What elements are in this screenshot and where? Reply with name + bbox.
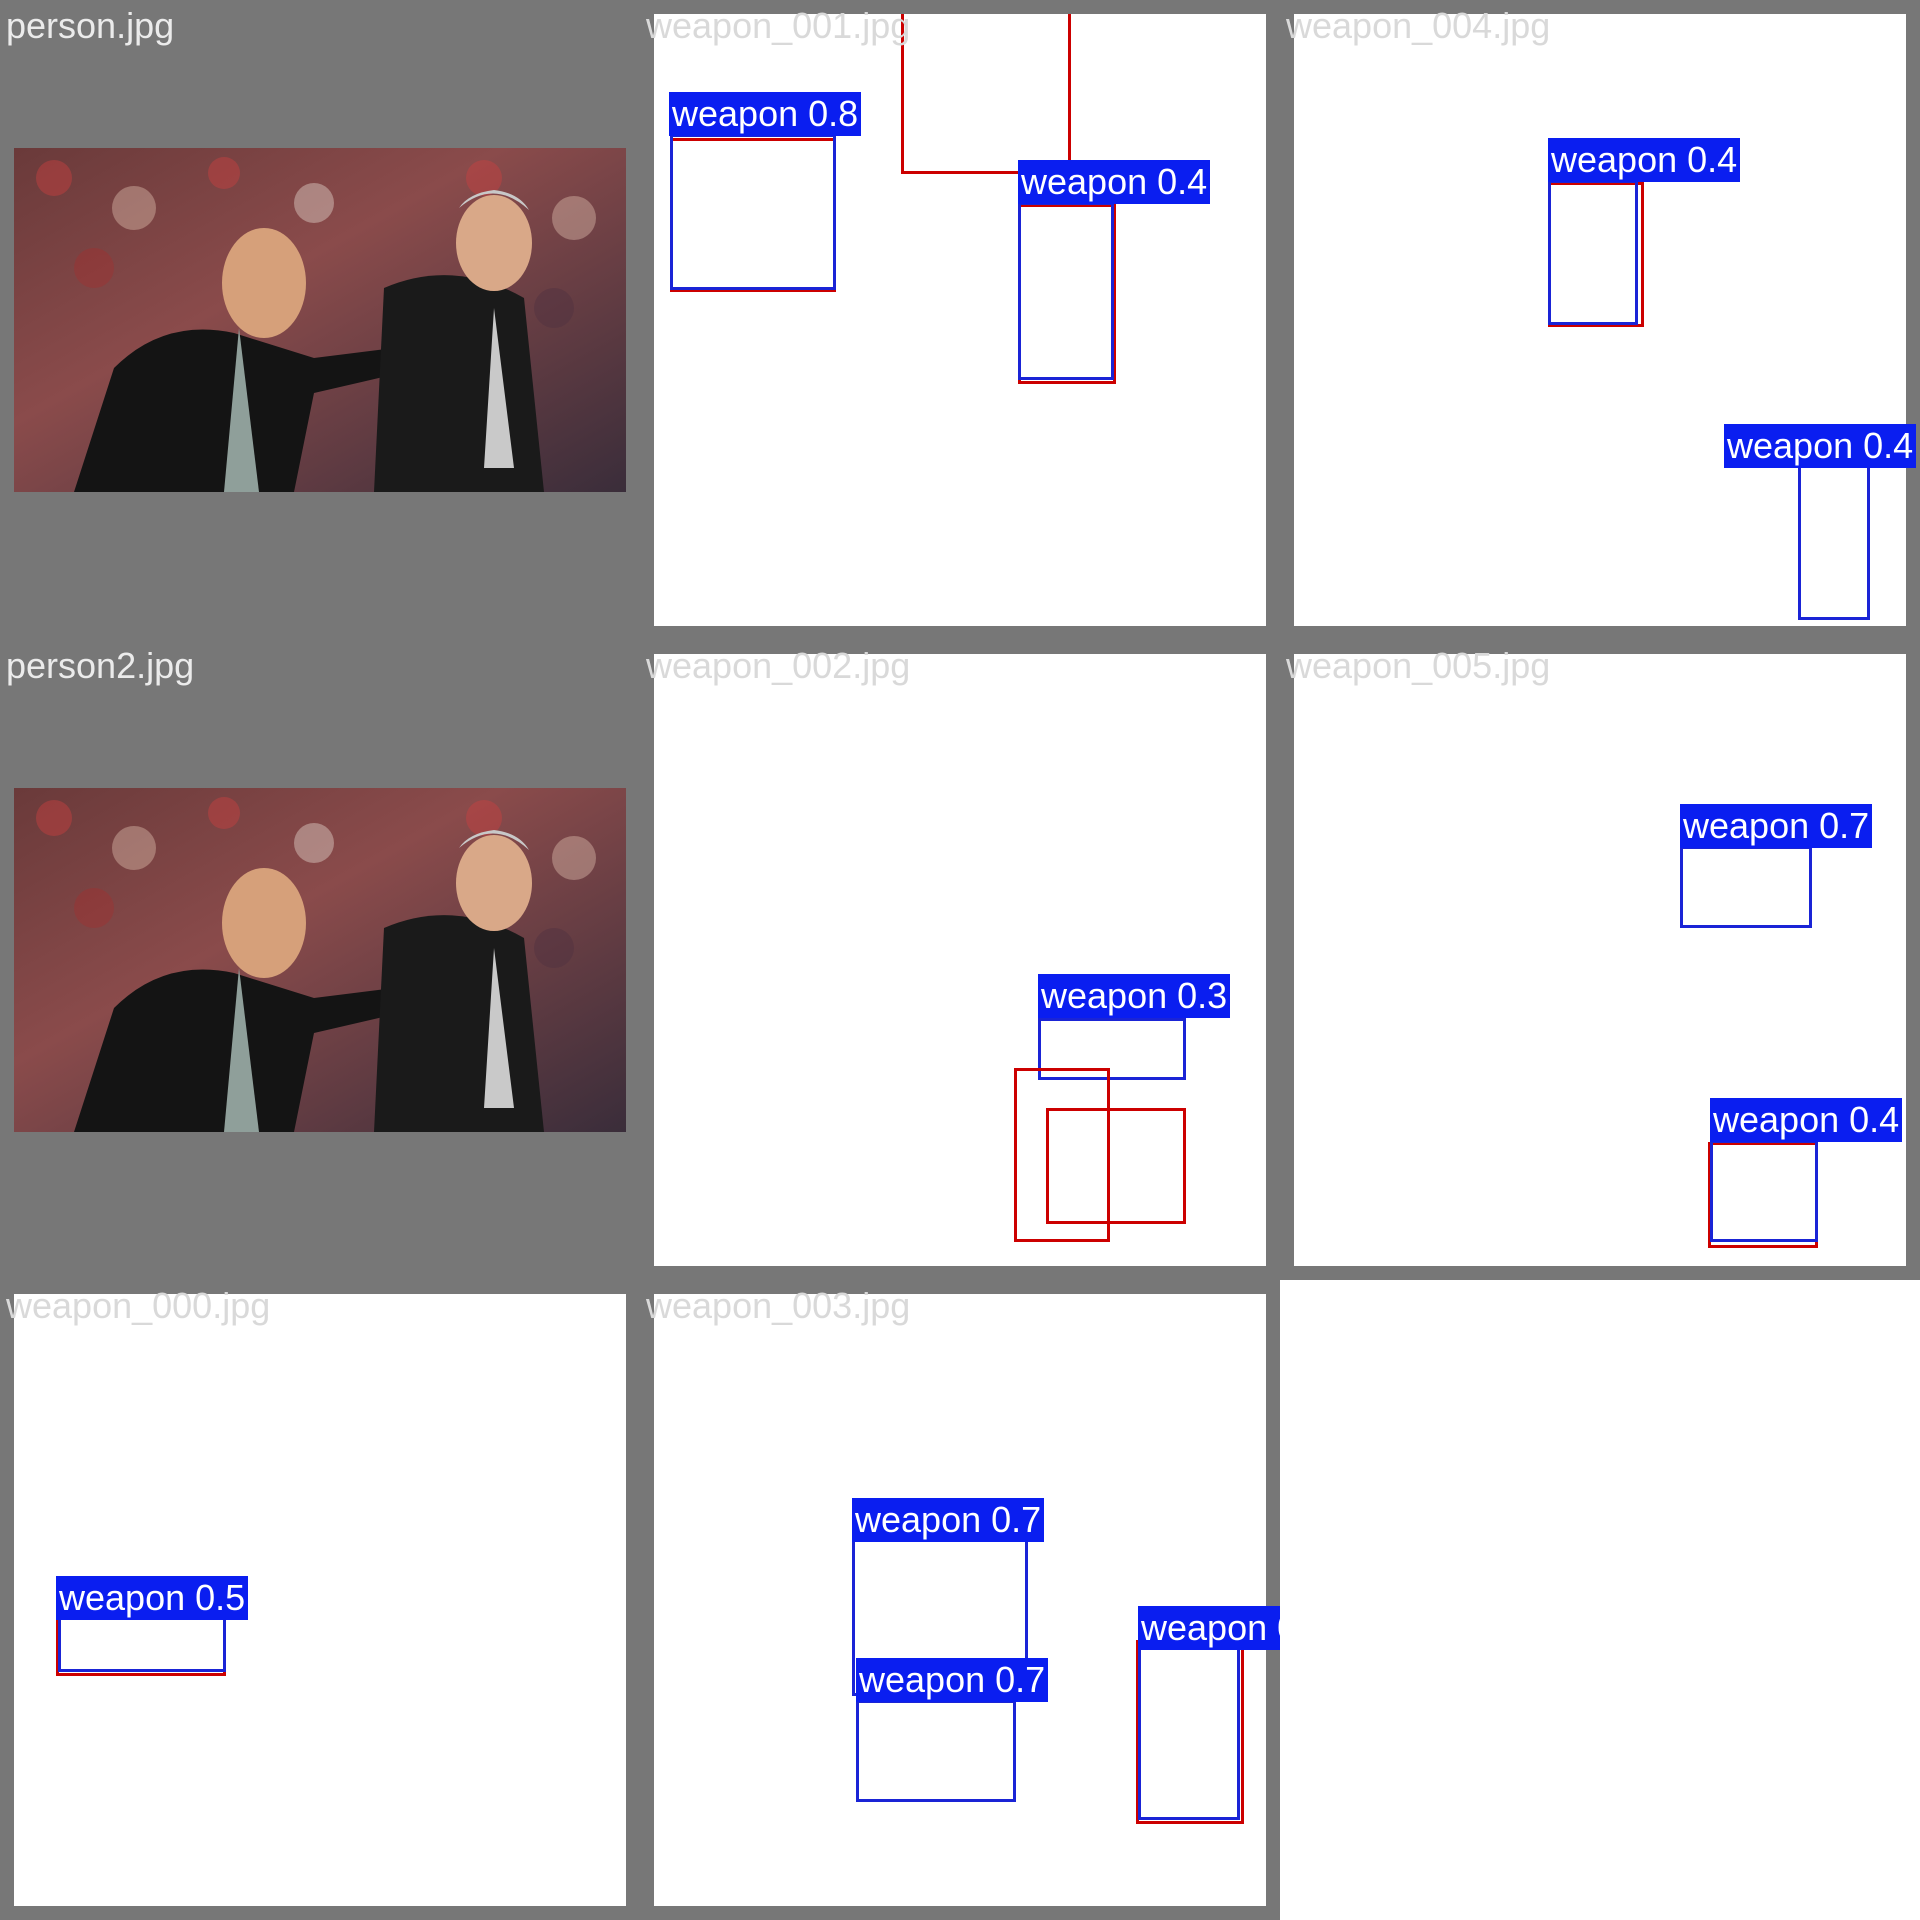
- detection-label: weapon 0.3: [1038, 974, 1231, 1018]
- tile-filename: weapon_004.jpg: [1286, 5, 1551, 46]
- detection-label: weapon 0.7: [1680, 804, 1873, 848]
- prediction-box: [1018, 202, 1114, 380]
- tile-filename: weapon_003.jpg: [646, 1285, 911, 1326]
- detection-label: weapon 0.4: [1548, 138, 1741, 182]
- photo-image: [14, 788, 626, 1132]
- empty-tile: [1280, 1280, 1920, 1920]
- prediction-box: [856, 1700, 1016, 1802]
- prediction-box: [1798, 462, 1870, 620]
- tile-weapon-004: weapon 0.4 weapon 0.4 weapon_004.jpg: [1280, 0, 1920, 640]
- prediction-box: [1138, 1636, 1240, 1820]
- tile-weapon-002: weapon 0.3 weapon_002.jpg: [640, 640, 1280, 1280]
- detection-label: weapon 0.7: [856, 1658, 1049, 1702]
- ground-truth-box: [1046, 1108, 1186, 1224]
- tile-filename: weapon_001.jpg: [646, 5, 911, 46]
- prediction-box: [670, 134, 836, 290]
- prediction-box: [1548, 180, 1638, 325]
- detection-label: weapon 0.7: [852, 1498, 1045, 1542]
- detection-label: weapon 0.5: [56, 1576, 249, 1620]
- photo-image: [14, 148, 626, 492]
- prediction-box: [1710, 1140, 1818, 1242]
- tile-filename: person2.jpg: [6, 645, 195, 686]
- tile-filename: person.jpg: [6, 5, 175, 46]
- tile-weapon-003: weapon 0.7 weapon 0.7 weapon 0.6 weapon_…: [640, 1280, 1331, 1920]
- detection-label: weapon 0.8: [669, 92, 862, 136]
- detection-label: weapon 0.4: [1018, 160, 1211, 204]
- tile-person: person.jpg: [0, 0, 640, 640]
- coach-photo: [14, 148, 626, 492]
- prediction-box: [1680, 846, 1812, 928]
- coach-photo: [14, 788, 626, 1132]
- tile-filename: weapon_000.jpg: [6, 1285, 271, 1326]
- tile-person2: person2.jpg: [0, 640, 640, 1280]
- detection-label: weapon 0.4: [1710, 1098, 1903, 1142]
- tile-filename: weapon_005.jpg: [1286, 645, 1551, 686]
- tile-weapon-005: weapon 0.7 weapon 0.4 weapon_005.jpg: [1280, 640, 1920, 1280]
- detection-label: weapon 0.4: [1724, 424, 1917, 468]
- ground-truth-box: [901, 14, 1071, 174]
- tile-weapon-000: weapon 0.5 weapon_000.jpg: [0, 1280, 640, 1920]
- tile-weapon-001: weapon 0.8 weapon 0.4 weapon_001.jpg: [640, 0, 1280, 640]
- tile-filename: weapon_002.jpg: [646, 645, 911, 686]
